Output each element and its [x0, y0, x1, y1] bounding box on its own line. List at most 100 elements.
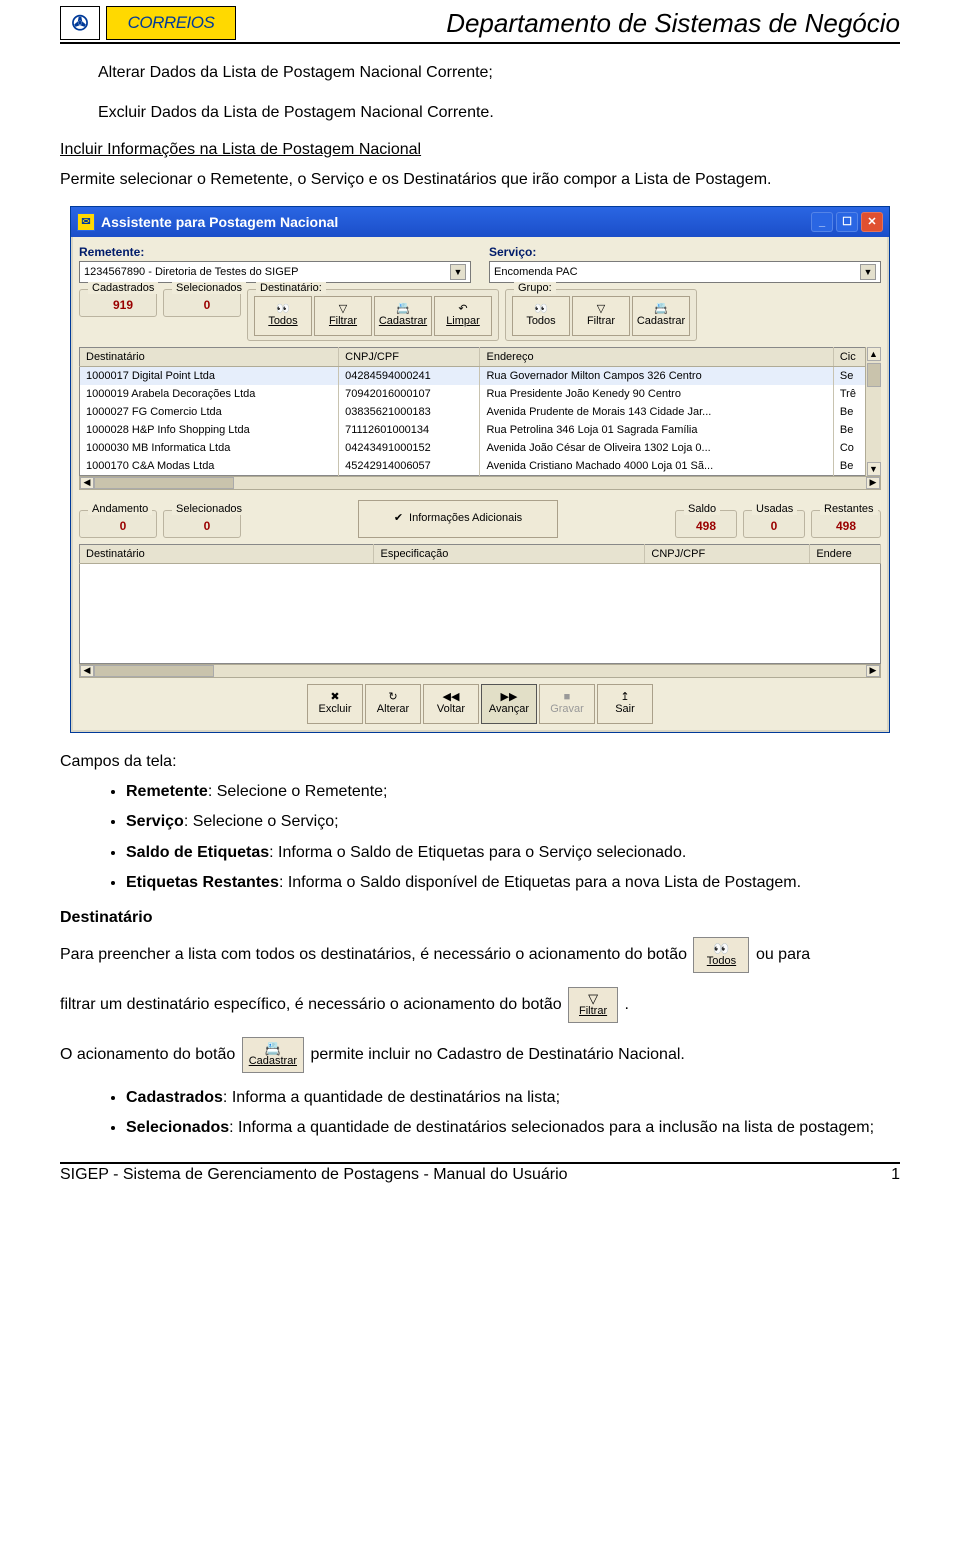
excluir-button[interactable]: ✖Excluir — [307, 684, 363, 724]
usadas-label: Usadas — [752, 503, 797, 515]
correios-icon: ✇ — [60, 6, 100, 40]
x-icon: ✖ — [330, 692, 339, 704]
column-header[interactable]: Endere — [810, 544, 881, 563]
bullet-restantes: Etiquetas Restantes: Informa o Saldo dis… — [126, 872, 900, 894]
table-cell: 1000027 FG Comercio Ltda — [80, 403, 339, 421]
restantes-value: 498 — [818, 519, 874, 533]
column-header[interactable]: CNPJ/CPF — [339, 347, 480, 366]
assistente-window: ✉ Assistente para Postagem Nacional _ ☐ … — [70, 206, 890, 733]
bullet-remetente: Remetente: Selecione o Remetente; — [126, 781, 900, 803]
table-cell: 1000017 Digital Point Ltda — [80, 366, 339, 385]
arrow-down-icon[interactable]: ▼ — [867, 462, 881, 476]
table-row[interactable]: 1000030 MB Informatica Ltda0424349100015… — [80, 439, 881, 457]
table-cell: 45242914006057 — [339, 457, 480, 476]
grupo-todos-button[interactable]: 👀Todos — [512, 296, 570, 336]
paragraph-alterar: Alterar Dados da Lista de Postagem Nacio… — [98, 62, 900, 84]
arrow-left-icon[interactable]: ◀ — [80, 477, 94, 489]
alterar-button[interactable]: ↻Alterar — [365, 684, 421, 724]
table-row[interactable]: 1000027 FG Comercio Ltda03835621000183Av… — [80, 403, 881, 421]
column-header[interactable]: CNPJ/CPF — [645, 544, 810, 563]
refresh-icon: ↻ — [388, 692, 397, 704]
column-header[interactable]: Destinatário — [80, 347, 339, 366]
andamento-value: 0 — [86, 519, 160, 533]
heading-incluir: Incluir Informações na Lista de Postagem… — [60, 139, 900, 161]
close-button[interactable]: ✕ — [861, 212, 883, 232]
table-row[interactable]: 1000019 Arabela Decorações Ltda709420160… — [80, 385, 881, 403]
funnel-icon: ▽ — [597, 304, 605, 316]
grupo-filtrar-button[interactable]: ▽Filtrar — [572, 296, 630, 336]
dest-limpar-button[interactable]: ↶Limpar — [434, 296, 492, 336]
arrow-right-icon[interactable]: ▶ — [866, 665, 880, 677]
scroll-thumb[interactable] — [94, 477, 234, 489]
column-header[interactable]: Especificação — [374, 544, 645, 563]
chevron-down-icon[interactable]: ▼ — [860, 264, 876, 280]
table-row[interactable]: 1000017 Digital Point Ltda04284594000241… — [80, 366, 881, 385]
titlebar[interactable]: ✉ Assistente para Postagem Nacional _ ☐ … — [71, 207, 889, 237]
horizontal-scrollbar[interactable]: ◀ ▶ — [79, 476, 881, 490]
destinatarios-grid[interactable]: DestinatárioCNPJ/CPFEndereçoCic 1000017 … — [79, 347, 881, 476]
selecionados-grid-body[interactable] — [79, 564, 881, 664]
table-cell: 1000030 MB Informatica Ltda — [80, 439, 339, 457]
minimize-button[interactable]: _ — [811, 212, 833, 232]
chevron-down-icon[interactable]: ▼ — [450, 264, 466, 280]
table-cell: 03835621000183 — [339, 403, 480, 421]
binoculars-icon: 👀 — [713, 942, 729, 956]
grupo-group-label: Grupo: — [514, 282, 556, 294]
undo-icon: ↶ — [458, 304, 467, 316]
paragraph-incluir-desc: Permite selecionar o Remetente, o Serviç… — [60, 169, 900, 191]
remetente-label: Remetente: — [79, 245, 471, 259]
selecionados2-value: 0 — [170, 519, 244, 533]
table-cell: 1000028 H&P Info Shopping Ltda — [80, 421, 339, 439]
paragraph-todos: Para preencher a lista com todos os dest… — [60, 937, 900, 973]
inline-filtrar-button: ▽ Filtrar — [568, 987, 618, 1023]
saldo-label: Saldo — [684, 503, 720, 515]
dest-cadastrar-button[interactable]: 📇Cadastrar — [374, 296, 432, 336]
maximize-button[interactable]: ☐ — [836, 212, 858, 232]
forward-icon: ▶▶ — [501, 692, 518, 704]
table-cell: Rua Presidente João Kenedy 90 Centro — [480, 385, 833, 403]
table-cell: Rua Petrolina 346 Loja 01 Sagrada Famíli… — [480, 421, 833, 439]
selecionados-grid[interactable]: DestinatárioEspecificaçãoCNPJ/CPFEndere — [79, 544, 881, 564]
vertical-scrollbar[interactable]: ▲ ▼ — [865, 347, 881, 476]
paragraph-excluir: Excluir Dados da Lista de Postagem Nacio… — [98, 102, 900, 124]
window-title: Assistente para Postagem Nacional — [101, 214, 338, 230]
table-cell: 70942016000107 — [339, 385, 480, 403]
avancar-button[interactable]: ▶▶Avançar — [481, 684, 537, 724]
cadastrados-value: 919 — [86, 298, 160, 312]
department-title: Departamento de Sistemas de Negócio — [446, 8, 900, 39]
correios-logo: ✇ CORREIOS — [60, 6, 236, 40]
scroll-thumb[interactable] — [94, 665, 214, 677]
grupo-cadastrar-button[interactable]: 📇Cadastrar — [632, 296, 690, 336]
funnel-icon: ▽ — [339, 304, 347, 316]
dest-todos-button[interactable]: 👀Todos — [254, 296, 312, 336]
rewind-icon: ◀◀ — [443, 692, 460, 704]
gravar-button[interactable]: ■Gravar — [539, 684, 595, 724]
table-row[interactable]: 1000170 C&A Modas Ltda45242914006057Aven… — [80, 457, 881, 476]
arrow-up-icon[interactable]: ▲ — [867, 347, 881, 361]
selecionados-value: 0 — [170, 298, 244, 312]
app-icon: ✉ — [77, 213, 95, 231]
arrow-right-icon[interactable]: ▶ — [866, 477, 880, 489]
table-row[interactable]: 1000028 H&P Info Shopping Ltda7111260100… — [80, 421, 881, 439]
sair-button[interactable]: ↥Sair — [597, 684, 653, 724]
voltar-button[interactable]: ◀◀Voltar — [423, 684, 479, 724]
footer-page-number: 1 — [891, 1166, 900, 1184]
inline-todos-button: 👀 Todos — [693, 937, 749, 973]
servico-combobox[interactable]: Encomenda PAC ▼ — [489, 261, 881, 283]
horizontal-scrollbar-lower[interactable]: ◀ ▶ — [79, 664, 881, 678]
restantes-label: Restantes — [820, 503, 878, 515]
cadastrados-label: Cadastrados — [88, 282, 158, 294]
dest-filtrar-button[interactable]: ▽Filtrar — [314, 296, 372, 336]
info-adicionais-button[interactable]: ✔ Informações Adicionais — [358, 500, 558, 538]
card-icon: 📇 — [654, 304, 668, 316]
footer-left: SIGEP - Sistema de Gerenciamento de Post… — [60, 1166, 568, 1184]
column-header[interactable]: Destinatário — [80, 544, 374, 563]
saldo-value: 498 — [682, 519, 730, 533]
scroll-thumb[interactable] — [867, 363, 881, 387]
arrow-left-icon[interactable]: ◀ — [80, 665, 94, 677]
binoculars-icon: 👀 — [276, 304, 290, 316]
card-icon: 📇 — [396, 304, 410, 316]
column-header[interactable]: Endereço — [480, 347, 833, 366]
andamento-label: Andamento — [88, 503, 152, 515]
remetente-combobox[interactable]: 1234567890 - Diretoria de Testes do SIGE… — [79, 261, 471, 283]
